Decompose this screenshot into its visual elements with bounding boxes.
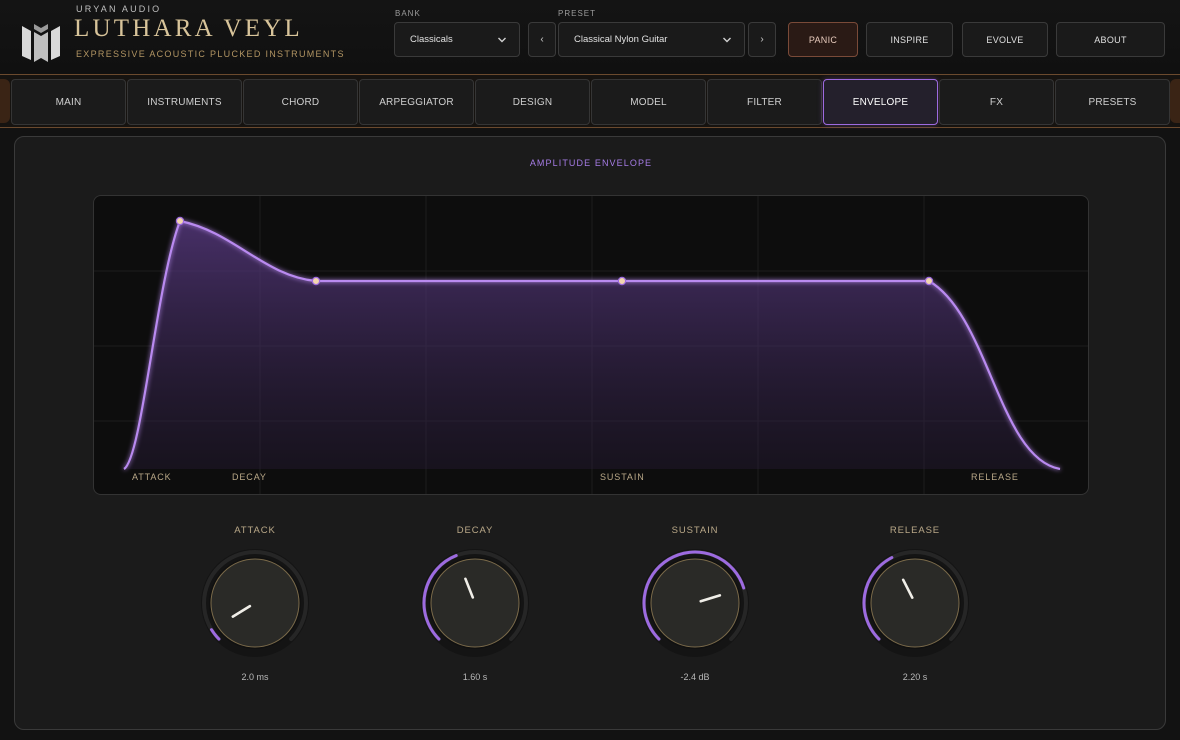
chevron-down-icon bbox=[498, 37, 506, 43]
tab-model[interactable]: MODEL bbox=[591, 79, 706, 125]
preset-select[interactable]: Classical Nylon Guitar bbox=[558, 22, 745, 57]
decay-knob-label: DECAY bbox=[456, 525, 494, 536]
evolve-button[interactable]: EVOLVE bbox=[962, 22, 1048, 57]
preset-next-button[interactable]: › bbox=[748, 22, 776, 57]
header: URYAN AUDIO LUTHARA VEYL EXPRESSIVE ACOU… bbox=[0, 0, 1180, 74]
bank-select[interactable]: Classicals bbox=[394, 22, 520, 57]
decay-knob-value: 1.60 s bbox=[462, 672, 488, 682]
attack-knob[interactable] bbox=[195, 543, 315, 663]
envelope-curve bbox=[94, 196, 1088, 494]
tab-filter[interactable]: FILTER bbox=[707, 79, 822, 125]
inspire-button[interactable]: INSPIRE bbox=[866, 22, 953, 57]
sustain-knob-group: SUSTAIN -2.4 dB bbox=[635, 525, 755, 695]
tab-presets[interactable]: PRESETS bbox=[1055, 79, 1170, 125]
about-button[interactable]: ABOUT bbox=[1056, 22, 1165, 57]
sustain-node[interactable] bbox=[617, 276, 627, 286]
tab-chord[interactable]: CHORD bbox=[243, 79, 358, 125]
tab-envelope[interactable]: ENVELOPE bbox=[823, 79, 938, 125]
tab-bar: MAIN INSTRUMENTS CHORD ARPEGGIATOR DESIG… bbox=[0, 74, 1180, 128]
release-node[interactable] bbox=[924, 276, 934, 286]
tab-instruments[interactable]: INSTRUMENTS bbox=[127, 79, 242, 125]
brand-title: LUTHARA VEYL bbox=[74, 15, 303, 42]
release-knob-value: 2.20 s bbox=[902, 672, 928, 682]
attack-knob-label: ATTACK bbox=[234, 525, 276, 536]
release-knob-group: RELEASE 2.20 s bbox=[855, 525, 975, 695]
sustain-knob-label: SUSTAIN bbox=[671, 525, 719, 536]
envelope-panel: AMPLITUDE ENVELOPE ATTACK DECAY SUSTAIN … bbox=[14, 136, 1166, 730]
decay-knob[interactable] bbox=[415, 543, 535, 663]
brand-company: URYAN AUDIO bbox=[76, 4, 162, 14]
release-knob[interactable] bbox=[855, 543, 975, 663]
knob-body bbox=[650, 558, 740, 648]
stage-label-release: RELEASE bbox=[971, 472, 1019, 482]
stage-label-sustain: SUSTAIN bbox=[600, 472, 645, 482]
panic-button[interactable]: PANIC bbox=[788, 22, 858, 57]
preset-prev-button[interactable]: ‹ bbox=[528, 22, 556, 57]
bank-value: Classicals bbox=[410, 34, 453, 45]
brand-subtitle: EXPRESSIVE ACOUSTIC PLUCKED INSTRUMENTS bbox=[76, 49, 345, 59]
attack-node[interactable] bbox=[175, 216, 185, 226]
attack-knob-value: 2.0 ms bbox=[241, 672, 269, 682]
knob-body bbox=[430, 558, 520, 648]
attack-knob-group: ATTACK 2.0 ms bbox=[195, 525, 315, 695]
tab-fx[interactable]: FX bbox=[939, 79, 1054, 125]
tab-main[interactable]: MAIN bbox=[11, 79, 126, 125]
decay-knob-group: DECAY 1.60 s bbox=[415, 525, 535, 695]
knob-body bbox=[210, 558, 300, 648]
chevron-down-icon bbox=[723, 37, 731, 43]
envelope-graph[interactable]: ATTACK DECAY SUSTAIN RELEASE bbox=[93, 195, 1089, 495]
sustain-knob[interactable] bbox=[635, 543, 755, 663]
release-knob-label: RELEASE bbox=[889, 525, 941, 536]
sustain-knob-value: -2.4 dB bbox=[680, 672, 710, 682]
preset-value: Classical Nylon Guitar bbox=[574, 34, 668, 45]
decay-node[interactable] bbox=[311, 276, 321, 286]
knob-body bbox=[870, 558, 960, 648]
brand-logo-icon bbox=[22, 24, 60, 62]
stage-label-decay: DECAY bbox=[232, 472, 267, 482]
bank-label: BANK bbox=[395, 9, 421, 18]
preset-label: PRESET bbox=[558, 9, 597, 18]
stage-label-attack: ATTACK bbox=[132, 472, 172, 482]
envelope-title: AMPLITUDE ENVELOPE bbox=[529, 158, 653, 168]
tab-arpeggiator[interactable]: ARPEGGIATOR bbox=[359, 79, 474, 125]
tab-design[interactable]: DESIGN bbox=[475, 79, 590, 125]
